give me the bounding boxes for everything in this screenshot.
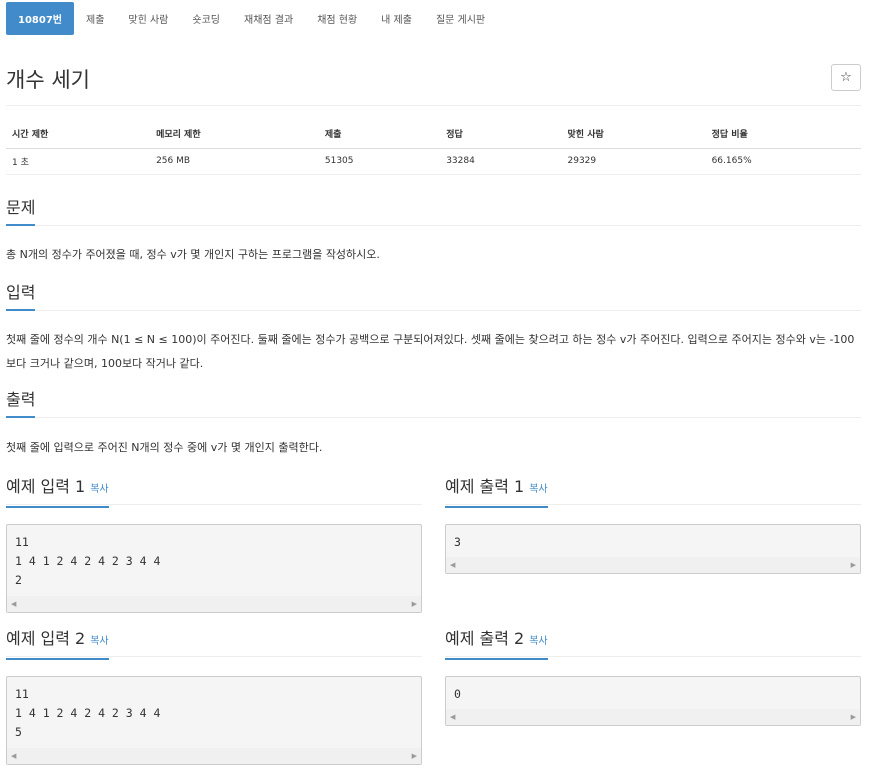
input-text: 첫째 줄에 정수의 개수 N(1 ≤ N ≤ 100)이 주어진다. 둘째 줄에… bbox=[6, 333, 855, 370]
sample-input-2-content: 11 1 4 1 2 4 2 4 2 3 4 4 5 bbox=[15, 687, 161, 739]
accept-ratio-value: 66.165% bbox=[705, 148, 861, 175]
sample-input-1-scrollbar[interactable]: ◀ ▶ bbox=[7, 596, 421, 612]
problem-menu-tabs: 10807번 제출 맞힌 사람 숏코딩 재채점 결과 채점 현황 내 제출 질문… bbox=[6, 2, 497, 35]
tab-problem[interactable]: 10807번 bbox=[6, 2, 74, 35]
sample-input-1-box[interactable]: 11 1 4 1 2 4 2 4 2 3 4 4 2 ◀ ▶ bbox=[6, 524, 422, 613]
scroll-right-icon[interactable]: ▶ bbox=[851, 561, 856, 569]
header-accept-ratio: 정답 비율 bbox=[705, 120, 861, 149]
scroll-left-icon[interactable]: ◀ bbox=[11, 752, 16, 760]
sample-output-2-box[interactable]: 0 ◀ ▶ bbox=[445, 676, 861, 726]
copy-sample-input-2-link[interactable]: 복사 bbox=[90, 636, 108, 647]
sample-input-2-scrollbar[interactable]: ◀ ▶ bbox=[7, 748, 421, 764]
time-limit-value: 1 초 bbox=[6, 148, 151, 175]
copy-sample-output-1-link[interactable]: 복사 bbox=[529, 484, 547, 495]
sample-output-2-title: 예제 출력 2 복사 bbox=[445, 629, 548, 660]
output-text: 첫째 줄에 입력으로 주어진 N개의 정수 중에 v가 몇 개인지 출력한다. bbox=[6, 441, 323, 454]
description-title: 문제 bbox=[6, 198, 36, 226]
sample-output-2-content: 0 bbox=[454, 687, 461, 701]
input-title: 입력 bbox=[6, 283, 36, 311]
sample-output-1-title: 예제 출력 1 복사 bbox=[445, 477, 548, 508]
header-time-limit: 시간 제한 bbox=[6, 120, 151, 149]
scroll-left-icon[interactable]: ◀ bbox=[450, 713, 455, 721]
table-row: 1 초 256 MB 51305 33284 29329 66.165% bbox=[6, 148, 861, 175]
page-title: 개수 세기 bbox=[6, 68, 90, 92]
problem-info-table: 시간 제한 메모리 제한 제출 정답 맞힌 사람 정답 비율 1 초 256 M… bbox=[6, 120, 861, 175]
memory-limit-value: 256 MB bbox=[150, 148, 319, 175]
copy-sample-input-1-link[interactable]: 복사 bbox=[90, 484, 108, 495]
sample-input-1-title: 예제 입력 1 복사 bbox=[6, 477, 109, 508]
description-headline: 문제 bbox=[6, 198, 861, 226]
tab-qna-board[interactable]: 질문 게시판 bbox=[424, 2, 497, 35]
input-headline: 입력 bbox=[6, 283, 861, 311]
sample-output-1-box[interactable]: 3 ◀ ▶ bbox=[445, 524, 861, 574]
header-solved-users: 맞힌 사람 bbox=[561, 120, 706, 149]
sample-output-1-headline: 예제 출력 1 복사 bbox=[445, 477, 861, 508]
sample-input-2-headline: 예제 입력 2 복사 bbox=[6, 629, 422, 660]
header-memory-limit: 메모리 제한 bbox=[150, 120, 319, 149]
header-submissions: 제출 bbox=[318, 120, 441, 149]
tab-my-submissions[interactable]: 내 제출 bbox=[369, 2, 424, 35]
sample-output-1-content: 3 bbox=[454, 535, 461, 549]
scroll-right-icon[interactable]: ▶ bbox=[412, 752, 417, 760]
sample-input-1-content: 11 1 4 1 2 4 2 4 2 3 4 4 2 bbox=[15, 535, 161, 587]
sample-output-2-scrollbar[interactable]: ◀ ▶ bbox=[446, 709, 860, 725]
description-text: 총 N개의 정수가 주어졌을 때, 정수 v가 몇 개인지 구하는 프로그램을 … bbox=[6, 248, 380, 261]
scroll-left-icon[interactable]: ◀ bbox=[11, 600, 16, 608]
sample-input-1-headline: 예제 입력 1 복사 bbox=[6, 477, 422, 508]
title-divider bbox=[6, 105, 861, 106]
tab-short-coding[interactable]: 숏코딩 bbox=[180, 2, 232, 35]
favorite-button[interactable]: ☆ bbox=[831, 64, 861, 91]
copy-sample-output-2-link[interactable]: 복사 bbox=[529, 636, 547, 647]
star-icon: ☆ bbox=[840, 70, 852, 85]
solved-users-value: 29329 bbox=[561, 148, 706, 175]
header-accepted: 정답 bbox=[440, 120, 562, 149]
tab-judge-status[interactable]: 채점 현황 bbox=[305, 2, 369, 35]
output-headline: 출력 bbox=[6, 390, 861, 418]
sample-output-2-headline: 예제 출력 2 복사 bbox=[445, 629, 861, 660]
scroll-left-icon[interactable]: ◀ bbox=[450, 561, 455, 569]
tab-solved-users[interactable]: 맞힌 사람 bbox=[116, 2, 180, 35]
sample-output-1-scrollbar[interactable]: ◀ ▶ bbox=[446, 557, 860, 573]
sample-input-2-title: 예제 입력 2 복사 bbox=[6, 629, 109, 660]
sample-input-2-box[interactable]: 11 1 4 1 2 4 2 4 2 3 4 4 5 ◀ ▶ bbox=[6, 676, 422, 765]
accepted-value: 33284 bbox=[440, 148, 562, 175]
tab-rejudge-results[interactable]: 재채점 결과 bbox=[232, 2, 305, 35]
table-header-row: 시간 제한 메모리 제한 제출 정답 맞힌 사람 정답 비율 bbox=[6, 120, 861, 149]
scroll-right-icon[interactable]: ▶ bbox=[412, 600, 417, 608]
submissions-value: 51305 bbox=[318, 148, 441, 175]
scroll-right-icon[interactable]: ▶ bbox=[851, 713, 856, 721]
tab-submit[interactable]: 제출 bbox=[74, 2, 116, 35]
output-title: 출력 bbox=[6, 390, 36, 418]
